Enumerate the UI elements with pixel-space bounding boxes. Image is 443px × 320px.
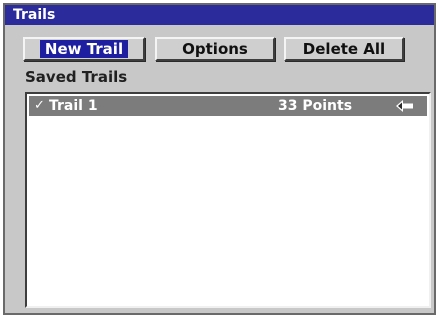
new-trail-button[interactable]: New Trail — [23, 37, 145, 61]
window-title: Trails — [5, 5, 434, 25]
new-trail-button-label: New Trail — [39, 40, 129, 58]
delete-all-button[interactable]: Delete All — [284, 37, 404, 61]
trails-window: Trails New Trail Options Delete All Save… — [3, 3, 436, 315]
saved-trails-list[interactable]: ✓ Trail 1 33 Points — [25, 92, 431, 308]
left-arrow-icon[interactable] — [396, 100, 414, 112]
list-item[interactable]: ✓ Trail 1 33 Points — [29, 96, 427, 116]
checkmark-icon[interactable]: ✓ — [34, 96, 45, 116]
options-button[interactable]: Options — [155, 37, 275, 61]
trail-name: Trail 1 — [49, 98, 98, 114]
saved-trails-label: Saved Trails — [25, 68, 128, 86]
trail-points: 33 Points — [278, 98, 353, 114]
